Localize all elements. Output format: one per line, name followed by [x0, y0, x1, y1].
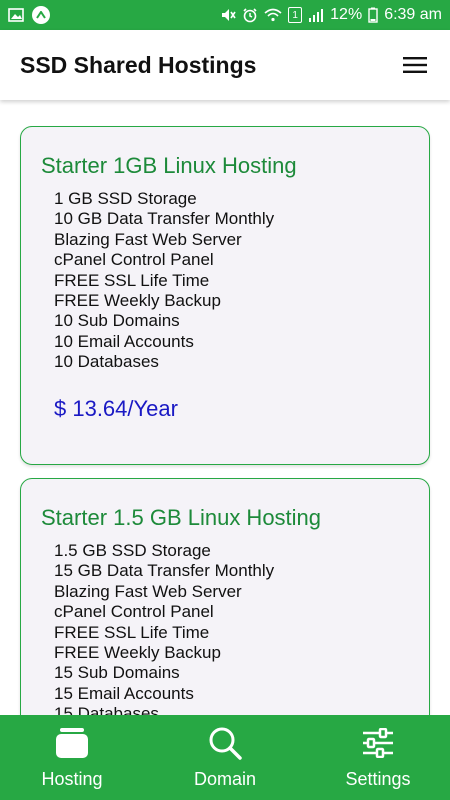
plan-feature: Blazing Fast Web Server	[54, 229, 242, 249]
plan-card[interactable]: Starter 1GB Linux Hosting 1 GB SSD Stora…	[20, 126, 430, 465]
plan-feature: Blazing Fast Web Server	[54, 581, 242, 601]
signal-icon	[308, 8, 324, 22]
plan-feature: 10 Email Accounts	[54, 331, 194, 351]
plan-feature: 15 GB Data Transfer Monthly	[54, 561, 275, 581]
plan-feature: FREE Weekly Backup	[54, 643, 221, 663]
battery-percent: 12%	[330, 6, 363, 23]
gallery-notification-icon	[8, 8, 24, 22]
app-notification-icon	[32, 6, 50, 24]
plan-feature: 15 Email Accounts	[54, 683, 194, 703]
plan-price: $ 13.64/Year	[54, 395, 178, 421]
plan-feature: cPanel Control Panel	[54, 250, 214, 270]
plan-feature: 10 Databases	[54, 352, 159, 372]
sim-indicator: 1	[288, 7, 303, 23]
plan-title: Starter 1.5 GB Linux Hosting	[41, 505, 322, 530]
status-bar: 1 12% 6:39 am	[0, 0, 450, 30]
plan-feature: 1 GB SSD Storage	[54, 189, 197, 208]
battery-icon	[368, 7, 378, 23]
plan-features: 1.5 GB SSD Storage 15 GB Data Transfer M…	[41, 541, 409, 715]
nav-item-domain[interactable]: Domain	[173, 715, 277, 800]
hosting-icon	[56, 725, 88, 761]
plan-features: 1 GB SSD Storage 10 GB Data Transfer Mon…	[41, 189, 409, 373]
plan-feature: FREE SSL Life Time	[54, 270, 210, 290]
hamburger-menu-icon	[403, 57, 427, 73]
nav-label: Domain	[193, 769, 257, 789]
status-time: 6:39 am	[384, 6, 442, 23]
plan-feature: cPanel Control Panel	[54, 602, 214, 622]
nav-item-settings[interactable]: Settings	[326, 715, 430, 800]
search-icon	[208, 725, 242, 761]
plan-feature: 1.5 GB SSD Storage	[54, 541, 211, 560]
nav-item-hosting[interactable]: Hosting	[20, 715, 124, 800]
plan-feature: FREE SSL Life Time	[54, 622, 210, 642]
plan-feature: FREE Weekly Backup	[54, 291, 221, 311]
mute-icon	[220, 7, 236, 23]
alarm-icon	[242, 7, 258, 23]
app-bar: SSD Shared Hostings	[0, 30, 450, 100]
nav-label: Hosting	[41, 769, 103, 789]
nav-label: Settings	[345, 769, 411, 789]
plan-title: Starter 1GB Linux Hosting	[41, 153, 297, 178]
plan-feature: 15 Sub Domains	[54, 663, 180, 683]
plan-feature: 15 Databases	[54, 704, 159, 715]
page-title: SSD Shared Hostings	[20, 51, 257, 78]
settings-sliders-icon	[362, 725, 394, 761]
wifi-icon	[264, 8, 282, 22]
bottom-navigation: Hosting Domain Settings	[0, 715, 450, 800]
plan-feature: 10 GB Data Transfer Monthly	[54, 209, 275, 229]
plan-feature: 10 Sub Domains	[54, 311, 180, 331]
plan-card[interactable]: Starter 1.5 GB Linux Hosting 1.5 GB SSD …	[20, 478, 430, 715]
plans-list[interactable]: Starter 1GB Linux Hosting 1 GB SSD Stora…	[0, 100, 450, 715]
menu-button[interactable]	[400, 50, 430, 80]
